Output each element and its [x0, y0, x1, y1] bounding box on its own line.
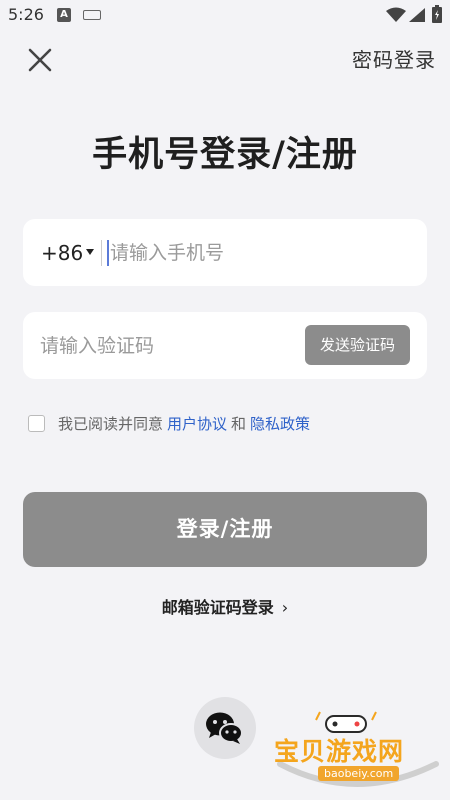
agreement-and: 和 — [231, 414, 247, 433]
agreement-prefix: 我已阅读并同意 — [58, 414, 164, 433]
email-code-login-link[interactable]: 邮箱验证码登录 › — [0, 594, 450, 618]
wifi-icon — [386, 7, 406, 22]
email-code-login-label: 邮箱验证码登录 — [161, 598, 274, 617]
status-bar: 5:26 A — [0, 0, 450, 30]
agreement-checkbox[interactable] — [28, 414, 45, 432]
close-icon[interactable] — [22, 42, 58, 78]
wechat-icon — [206, 712, 243, 744]
login-register-button[interactable]: 登录/注册 — [23, 492, 427, 567]
country-code-select[interactable]: +86 — [41, 241, 83, 265]
wechat-login-button[interactable] — [194, 697, 256, 759]
phone-input[interactable] — [110, 235, 410, 271]
watermark-text: 宝贝游戏网 — [274, 737, 405, 766]
signal-icon — [409, 8, 425, 22]
keyboard-icon — [83, 10, 101, 20]
dropdown-arrow-icon[interactable] — [86, 249, 94, 255]
login-screen: 5:26 A 密码登录 手机号登录/注册 +86 发送验证码 我已阅读并同意 — [0, 0, 450, 800]
send-code-button[interactable]: 发送验证码 — [305, 325, 410, 365]
text-caret — [107, 240, 109, 266]
user-agreement-link[interactable]: 用户协议 — [167, 413, 227, 434]
chevron-right-icon: › — [281, 598, 289, 617]
code-field-card: 发送验证码 — [23, 312, 427, 379]
phone-field-card: +86 — [23, 219, 427, 286]
password-login-link[interactable]: 密码登录 — [352, 44, 436, 73]
page-title: 手机号登录/注册 — [92, 135, 358, 175]
battery-icon — [432, 5, 442, 23]
watermark: 宝贝游戏网 baobeiy.com — [268, 706, 444, 796]
watermark-url: baobeiy.com — [318, 766, 400, 781]
accessibility-a-icon: A — [57, 8, 71, 22]
divider — [101, 240, 102, 266]
agreement-row: 我已阅读并同意 用户协议 和 隐私政策 — [28, 413, 314, 433]
verification-code-input[interactable] — [40, 328, 295, 364]
privacy-policy-link[interactable]: 隐私政策 — [250, 413, 310, 434]
status-time: 5:26 — [8, 5, 44, 24]
